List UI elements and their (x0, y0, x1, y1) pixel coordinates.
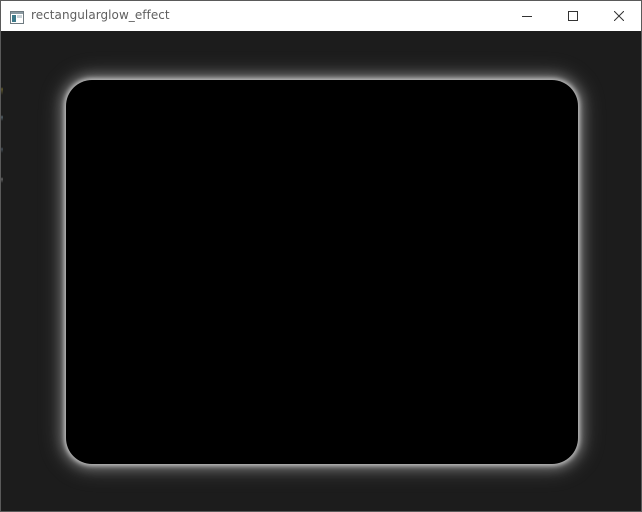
left-edge-artifact (1, 87, 3, 187)
close-button[interactable] (596, 1, 641, 31)
glowing-rectangle (66, 80, 578, 464)
maximize-button[interactable] (550, 1, 596, 31)
maximize-icon (568, 11, 578, 21)
app-window: rectangularglow_effect (0, 0, 642, 512)
minimize-icon (522, 11, 532, 21)
client-area (1, 31, 641, 511)
title-bar[interactable]: rectangularglow_effect (1, 1, 641, 31)
close-icon (614, 11, 624, 21)
app-window-icon (10, 9, 24, 24)
window-title: rectangularglow_effect (31, 8, 170, 22)
minimize-button[interactable] (504, 1, 550, 31)
